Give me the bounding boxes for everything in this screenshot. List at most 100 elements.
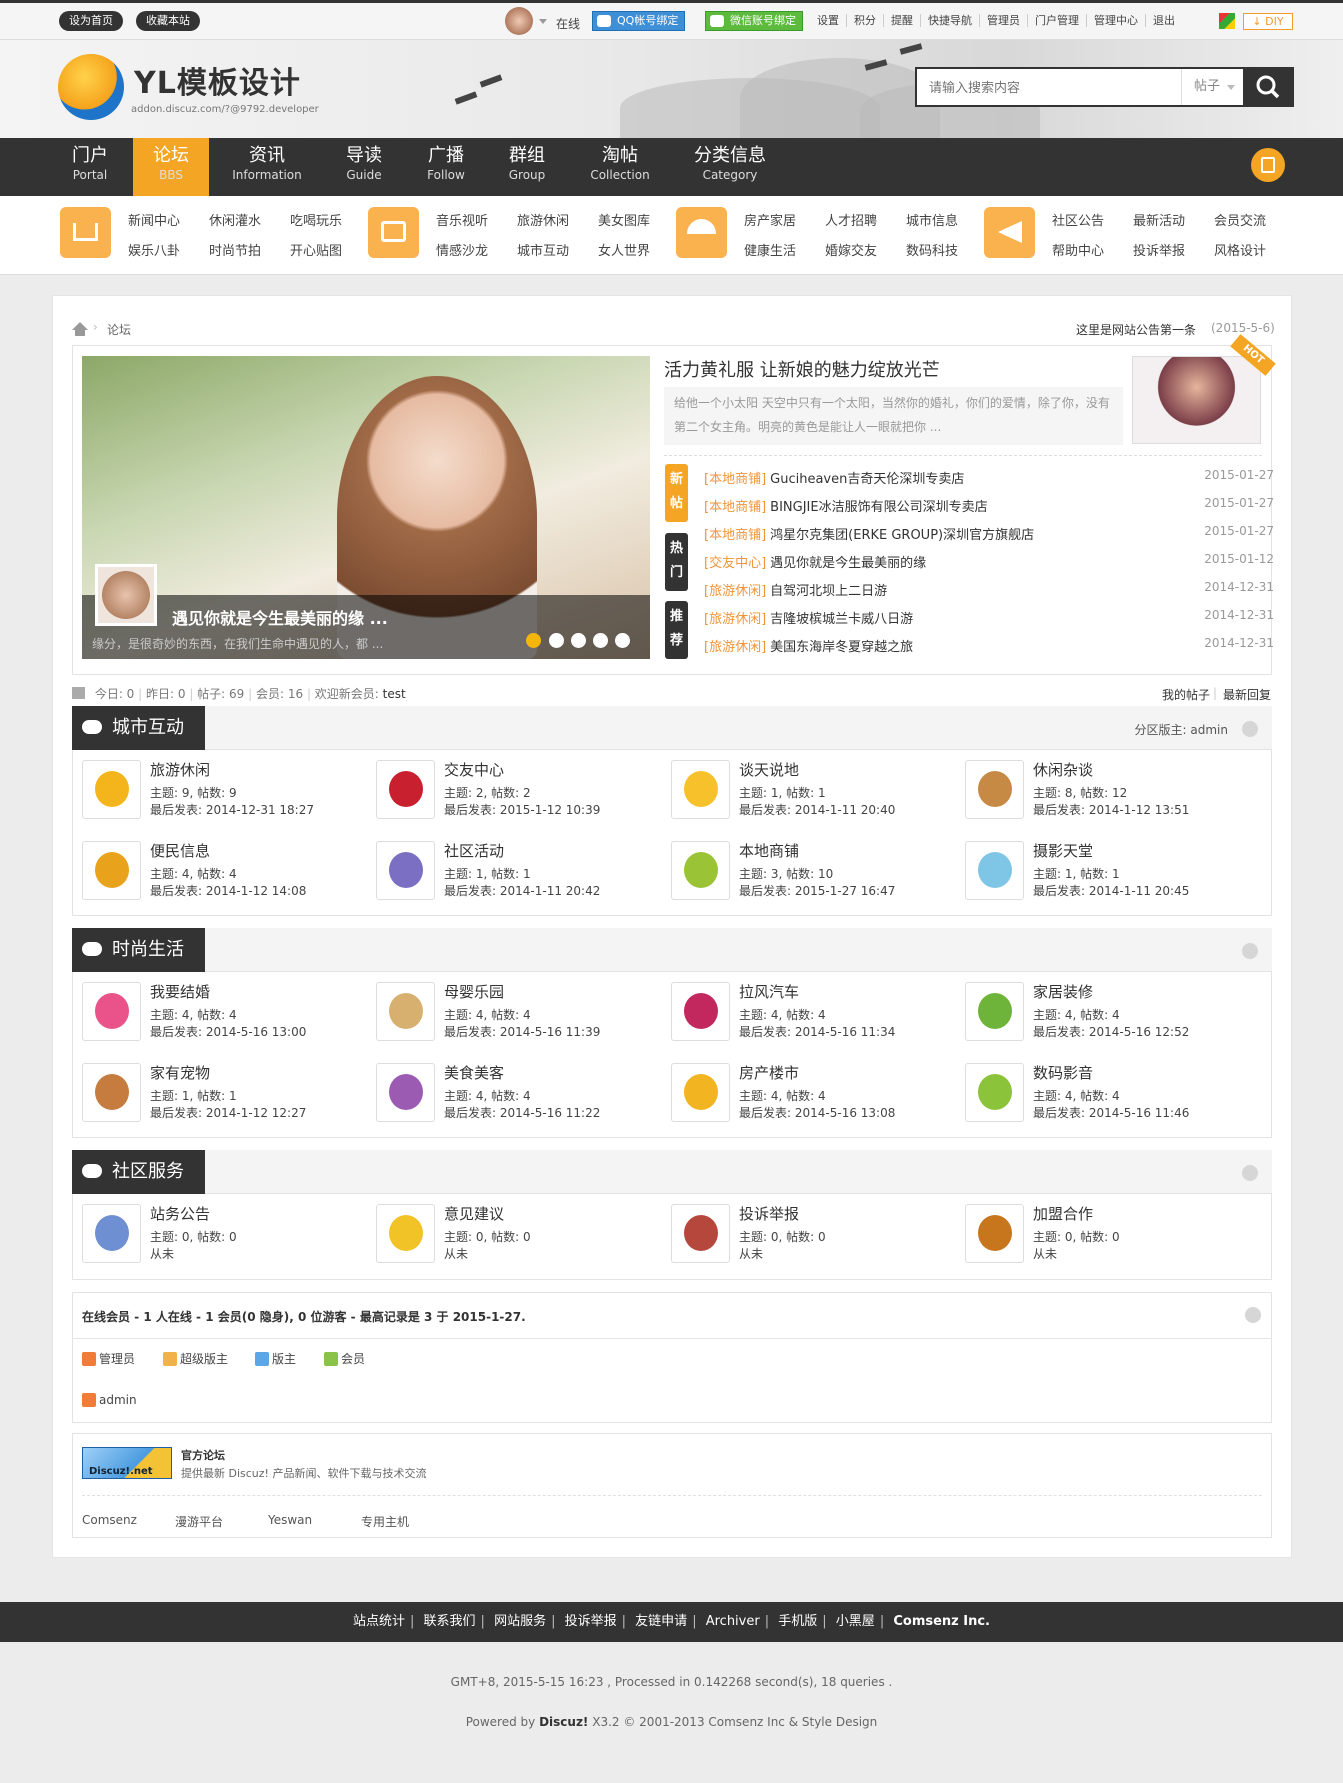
wechat-bind-button[interactable]: 微信账号绑定 [705, 11, 803, 31]
breadcrumb-current[interactable]: 论坛 [107, 321, 131, 338]
partner-link[interactable]: 漫游平台 [175, 1513, 223, 1530]
user-avatar[interactable] [505, 7, 533, 35]
news-title[interactable]: 美国东海岸冬夏穿越之旅 [770, 640, 913, 655]
forum-name[interactable]: 数码影音 [1033, 1062, 1093, 1083]
forum-item[interactable]: 站务公告 主题: 0, 帖数: 0 从未 [82, 1204, 372, 1264]
footer-link[interactable]: 网站服务 [489, 1614, 551, 1629]
sub-nav-link[interactable]: 音乐视听 [436, 210, 488, 229]
forum-last-post[interactable]: 最后发表: 2014-12-31 18:27 [150, 801, 314, 818]
forum-icon[interactable] [82, 841, 141, 900]
collapse-icon[interactable] [1242, 943, 1258, 959]
nav-group[interactable]: 群组 Group [491, 138, 563, 196]
footer-link[interactable]: 投诉举报 [560, 1614, 622, 1629]
forum-item[interactable]: 休闲杂谈 主题: 8, 帖数: 12 最后发表: 2014-1-12 13:51 [965, 760, 1255, 820]
forum-last-post[interactable]: 最后发表: 2014-1-11 20:45 [1033, 882, 1189, 899]
sub-nav-link[interactable]: 帮助中心 [1052, 240, 1104, 259]
forum-icon[interactable] [376, 1063, 435, 1122]
forum-icon[interactable] [965, 1063, 1024, 1122]
forum-name[interactable]: 便民信息 [150, 840, 210, 861]
sub-nav-link[interactable]: 投诉举报 [1133, 240, 1185, 259]
slide-dot-4[interactable] [593, 633, 608, 648]
forum-icon[interactable] [376, 1204, 435, 1263]
tab-new[interactable]: 新帖 [665, 464, 688, 522]
news-category[interactable]: [旅游休闲] [704, 612, 766, 627]
newest-member-link[interactable]: test [383, 687, 406, 701]
sub-nav-link[interactable]: 美女图库 [598, 210, 650, 229]
forum-last-post[interactable]: 最后发表: 2014-1-11 20:40 [739, 801, 895, 818]
news-item[interactable]: [本地商铺] 鸿星尔克集团(ERKE GROUP)深圳官方旗舰店 2015-01-2… [704, 524, 1274, 543]
forum-icon[interactable] [376, 982, 435, 1041]
forum-item[interactable]: 美食美客 主题: 4, 帖数: 4 最后发表: 2014-5-16 11:22 [376, 1063, 666, 1123]
sub-nav-link[interactable]: 人才招聘 [825, 210, 877, 229]
slide-thumbnail[interactable] [95, 564, 157, 626]
nav-collection[interactable]: 淘帖 Collection [580, 138, 660, 196]
slide-caption-title[interactable]: 遇见你就是今生最美丽的缘 ... [172, 605, 388, 629]
sub-nav-link[interactable]: 婚嫁交友 [825, 240, 877, 259]
forum-name[interactable]: 站务公告 [150, 1203, 210, 1224]
forum-icon[interactable] [671, 760, 730, 819]
forum-last-post[interactable]: 最后发表: 2014-5-16 11:34 [739, 1023, 895, 1040]
forum-last-post[interactable]: 最后发表: 2014-5-16 13:00 [150, 1023, 306, 1040]
forum-item[interactable]: 便民信息 主题: 4, 帖数: 4 最后发表: 2014-1-12 14:08 [82, 841, 372, 901]
forum-last-post[interactable]: 最后发表: 2014-1-12 12:27 [150, 1104, 306, 1121]
forum-name[interactable]: 房产楼市 [739, 1062, 799, 1083]
slide-dot-3[interactable] [571, 633, 586, 648]
sub-nav-link[interactable]: 最新活动 [1133, 210, 1185, 229]
note-icon[interactable] [1251, 148, 1285, 182]
sub-nav-link[interactable]: 数码科技 [906, 240, 958, 259]
forum-item[interactable]: 母婴乐园 主题: 4, 帖数: 4 最后发表: 2014-5-16 11:39 [376, 982, 666, 1042]
forum-last-post[interactable]: 从未 [1033, 1245, 1057, 1262]
forum-last-post[interactable]: 最后发表: 2014-1-11 20:42 [444, 882, 600, 899]
sub-nav-link[interactable]: 女人世界 [598, 240, 650, 259]
forum-last-post[interactable]: 最后发表: 2014-5-16 12:52 [1033, 1023, 1189, 1040]
forum-name[interactable]: 旅游休闲 [150, 759, 210, 780]
sub-nav-link[interactable]: 休闲灌水 [209, 210, 261, 229]
sub-nav-link[interactable]: 会员交流 [1214, 210, 1266, 229]
nav-follow[interactable]: 广播 Follow [410, 138, 482, 196]
nav-bbs[interactable]: 论坛 BBS [133, 138, 209, 196]
chevron-down-icon[interactable] [539, 19, 547, 24]
search-button[interactable] [1243, 67, 1294, 107]
forum-name[interactable]: 我要结婚 [150, 981, 210, 1002]
slide-dot-1[interactable] [526, 633, 541, 648]
nav-category[interactable]: 分类信息 Category [680, 138, 780, 196]
announcement-text[interactable]: 这里是网站公告第一条 [1076, 321, 1196, 338]
forum-name[interactable]: 休闲杂谈 [1033, 759, 1093, 780]
forum-name[interactable]: 加盟合作 [1033, 1203, 1093, 1224]
forum-icon[interactable] [376, 841, 435, 900]
news-title[interactable]: 鸿星尔克集团(ERKE GROUP)深圳官方旗舰店 [770, 528, 1034, 543]
forum-item[interactable]: 拉风汽车 主题: 4, 帖数: 4 最后发表: 2014-5-16 11:34 [671, 982, 961, 1042]
online-summary[interactable]: 在线会员 - 1 人在线 - 1 会员(0 隐身), 0 位游客 - 最高记录是… [82, 1308, 526, 1325]
forum-last-post[interactable]: 最后发表: 2014-1-12 13:51 [1033, 801, 1189, 818]
collapse-icon[interactable] [1242, 721, 1258, 737]
forum-item[interactable]: 谈天说地 主题: 1, 帖数: 1 最后发表: 2014-1-11 20:40 [671, 760, 961, 820]
news-title[interactable]: 吉隆坡槟城兰卡威八日游 [770, 612, 913, 627]
collapse-icon[interactable] [1242, 1165, 1258, 1181]
forum-last-post[interactable]: 最后发表: 2014-5-16 11:46 [1033, 1104, 1189, 1121]
footer-link[interactable]: 手机版 [773, 1614, 822, 1629]
forum-name[interactable]: 拉风汽车 [739, 981, 799, 1002]
forum-item[interactable]: 家有宠物 主题: 1, 帖数: 1 最后发表: 2014-1-12 12:27 [82, 1063, 372, 1123]
collapse-icon[interactable] [1245, 1307, 1261, 1323]
sub-nav-link[interactable]: 时尚节拍 [209, 240, 261, 259]
forum-name[interactable]: 家有宠物 [150, 1062, 210, 1083]
footer-link[interactable]: 友链申请 [630, 1614, 692, 1629]
palette-icon[interactable] [1219, 13, 1235, 29]
logo-icon[interactable] [58, 54, 124, 120]
news-category[interactable]: [旅游休闲] [704, 584, 766, 599]
forum-last-post[interactable]: 最后发表: 2015-1-27 16:47 [739, 882, 895, 899]
nav-guide[interactable]: 导读 Guide [328, 138, 400, 196]
forum-icon[interactable] [965, 982, 1024, 1041]
forum-name[interactable]: 交友中心 [444, 759, 504, 780]
notifications-link[interactable]: 提醒 [883, 14, 920, 27]
news-item[interactable]: [交友中心] 遇见你就是今生最美丽的缘 2015-01-12 [704, 552, 1274, 571]
tab-recommend[interactable]: 推荐 [665, 601, 688, 659]
sub-nav-link[interactable]: 吃喝玩乐 [290, 210, 342, 229]
sub-nav-link[interactable]: 城市互动 [517, 240, 569, 259]
news-category[interactable]: [本地商铺] [704, 528, 766, 543]
search-input[interactable] [917, 69, 1179, 105]
forum-name[interactable]: 摄影天堂 [1033, 840, 1093, 861]
forum-group-title[interactable]: 城市互动 [72, 706, 205, 750]
sub-nav-link[interactable]: 娱乐八卦 [128, 240, 180, 259]
footer-link[interactable]: 小黑屋 [831, 1614, 880, 1629]
